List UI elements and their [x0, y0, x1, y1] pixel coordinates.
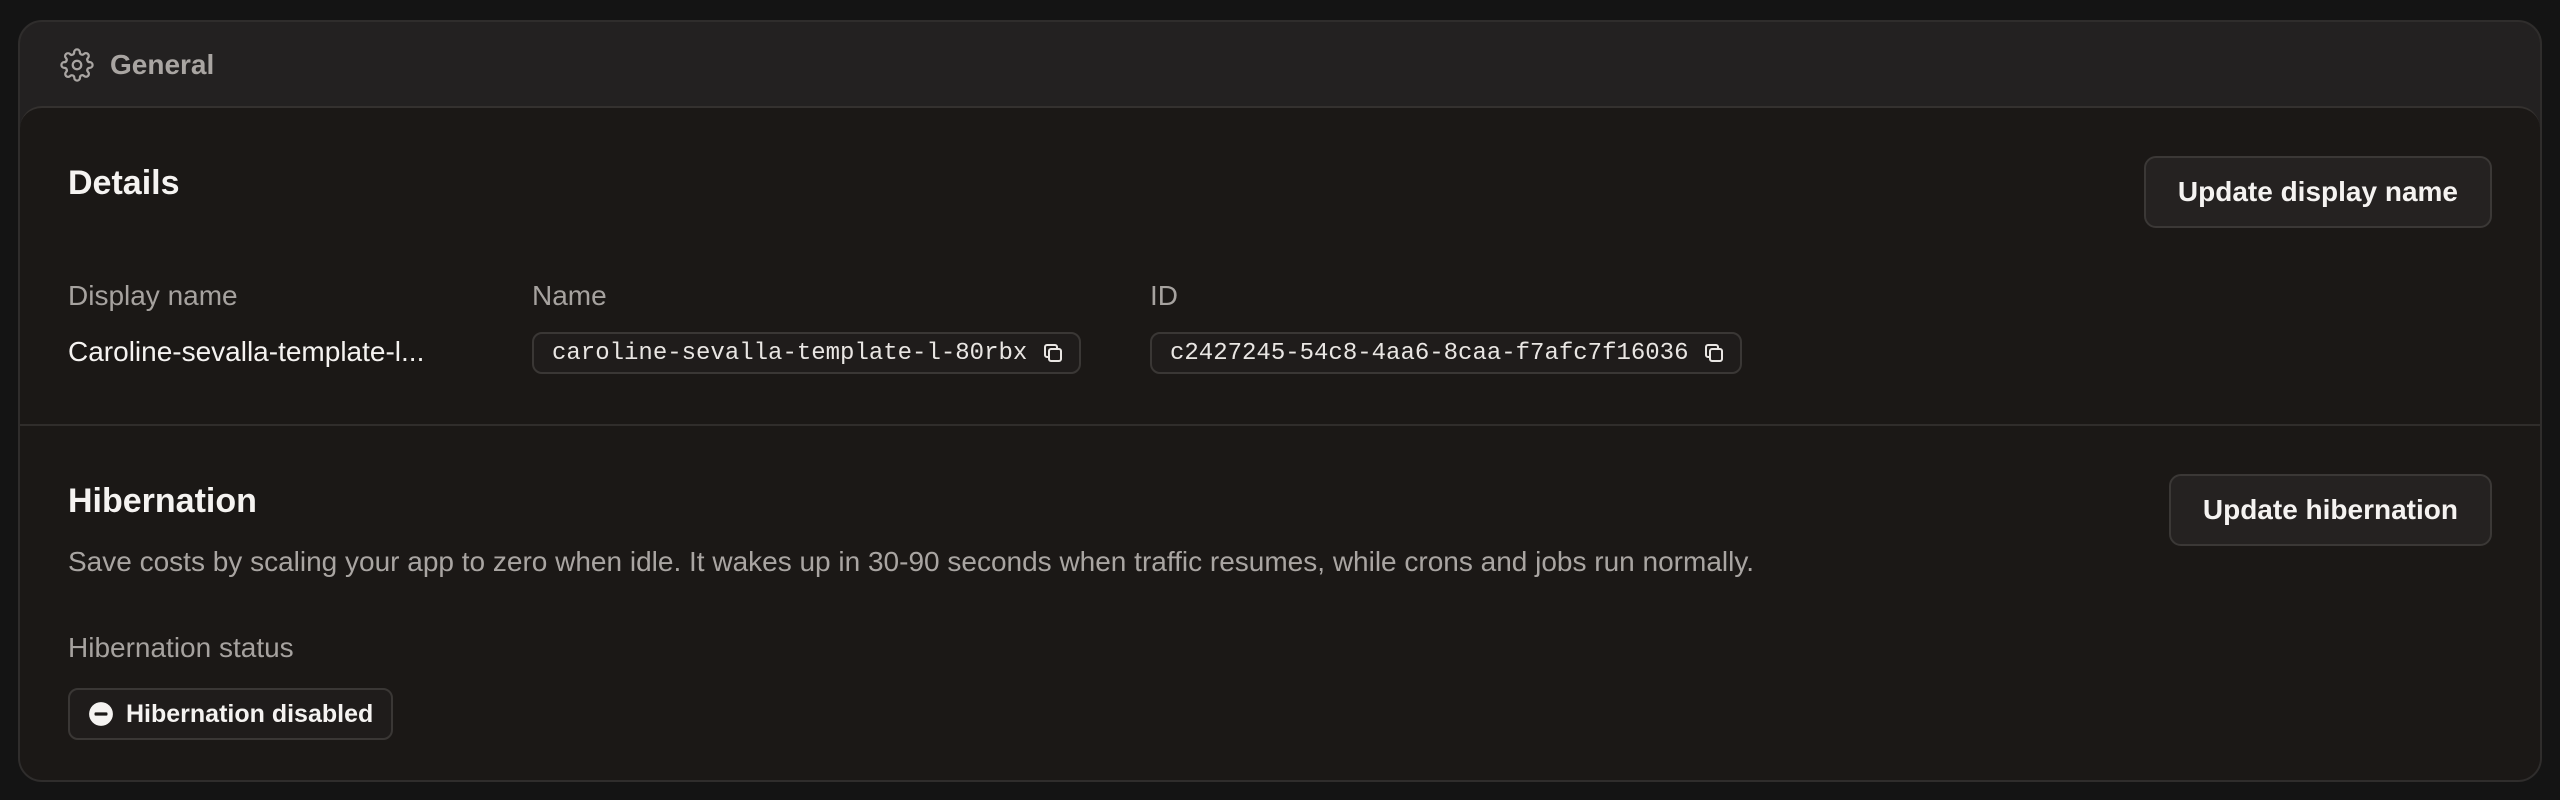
update-hibernation-button[interactable]: Update hibernation [2168, 474, 2492, 546]
general-panel: General Details Update display name Disp… [18, 20, 2542, 782]
details-heading: Details [68, 164, 180, 202]
minus-circle-icon [88, 701, 114, 727]
id-value: c2427245-54c8-4aa6-8caa-f7afc7f16036 [1170, 339, 1689, 367]
name-chip[interactable]: caroline-sevalla-template-l-80rbx [532, 332, 1082, 374]
hibernation-status-label: Hibernation status [68, 632, 294, 663]
display-name-value: Caroline-sevalla-template-l... [68, 336, 425, 367]
hibernation-description: Save costs by scaling your app to zero w… [68, 546, 1755, 577]
panel-header: General [20, 22, 2540, 108]
display-name-label: Display name [68, 280, 238, 311]
details-section: Details Update display name Display name… [20, 108, 2540, 426]
name-value: caroline-sevalla-template-l-80rbx [552, 339, 1028, 367]
name-label: Name [532, 280, 607, 311]
copy-icon[interactable] [1041, 341, 1065, 365]
id-label: ID [1150, 280, 1178, 311]
id-chip[interactable]: c2427245-54c8-4aa6-8caa-f7afc7f16036 [1150, 332, 1743, 374]
hibernation-status-badge: Hibernation disabled [68, 688, 394, 740]
panel-title: General [110, 49, 215, 80]
hibernation-status-value: Hibernation disabled [126, 699, 374, 728]
hibernation-heading: Hibernation [68, 482, 257, 520]
panel-body: Details Update display name Display name… [20, 106, 2540, 780]
hibernation-section: Hibernation Update hibernation Save cost… [20, 426, 2540, 780]
copy-icon[interactable] [1702, 341, 1726, 365]
gear-icon [60, 48, 94, 82]
update-display-name-button[interactable]: Update display name [2143, 156, 2492, 228]
